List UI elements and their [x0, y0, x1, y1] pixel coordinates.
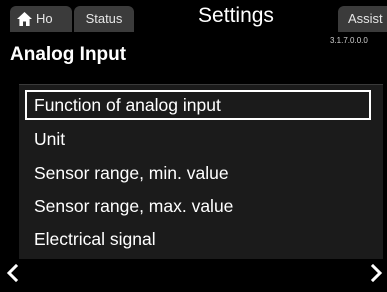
tab-bar: Ho Status Settings Assist [0, 0, 387, 36]
tab-settings[interactable]: Settings [134, 0, 338, 36]
menu-item-sensor-range-min[interactable]: Sensor range, min. value [25, 158, 371, 188]
tab-home-label: Ho [36, 11, 53, 26]
menu-item-sensor-range-max[interactable]: Sensor range, max. value [25, 191, 371, 221]
tab-settings-label: Settings [198, 4, 274, 27]
tab-assist-label: Assist [348, 11, 383, 26]
tab-status-label: Status [85, 11, 123, 26]
page-title: Analog Input [10, 44, 127, 65]
chevron-left-icon[interactable] [6, 264, 20, 282]
chevron-right-icon[interactable] [369, 264, 383, 282]
version-label: 3.1.7.0.0.0 [330, 36, 368, 45]
tab-home[interactable]: Ho [10, 6, 72, 32]
tab-assist[interactable]: Assist [338, 6, 387, 32]
menu-list: Function of analog input Unit Sensor ran… [19, 84, 383, 259]
menu-item-function-of-analog-input[interactable]: Function of analog input [25, 90, 371, 120]
home-icon [17, 12, 32, 26]
tab-status[interactable]: Status [74, 6, 134, 32]
menu-item-unit[interactable]: Unit [25, 124, 371, 154]
menu-item-electrical-signal[interactable]: Electrical signal [25, 224, 371, 254]
